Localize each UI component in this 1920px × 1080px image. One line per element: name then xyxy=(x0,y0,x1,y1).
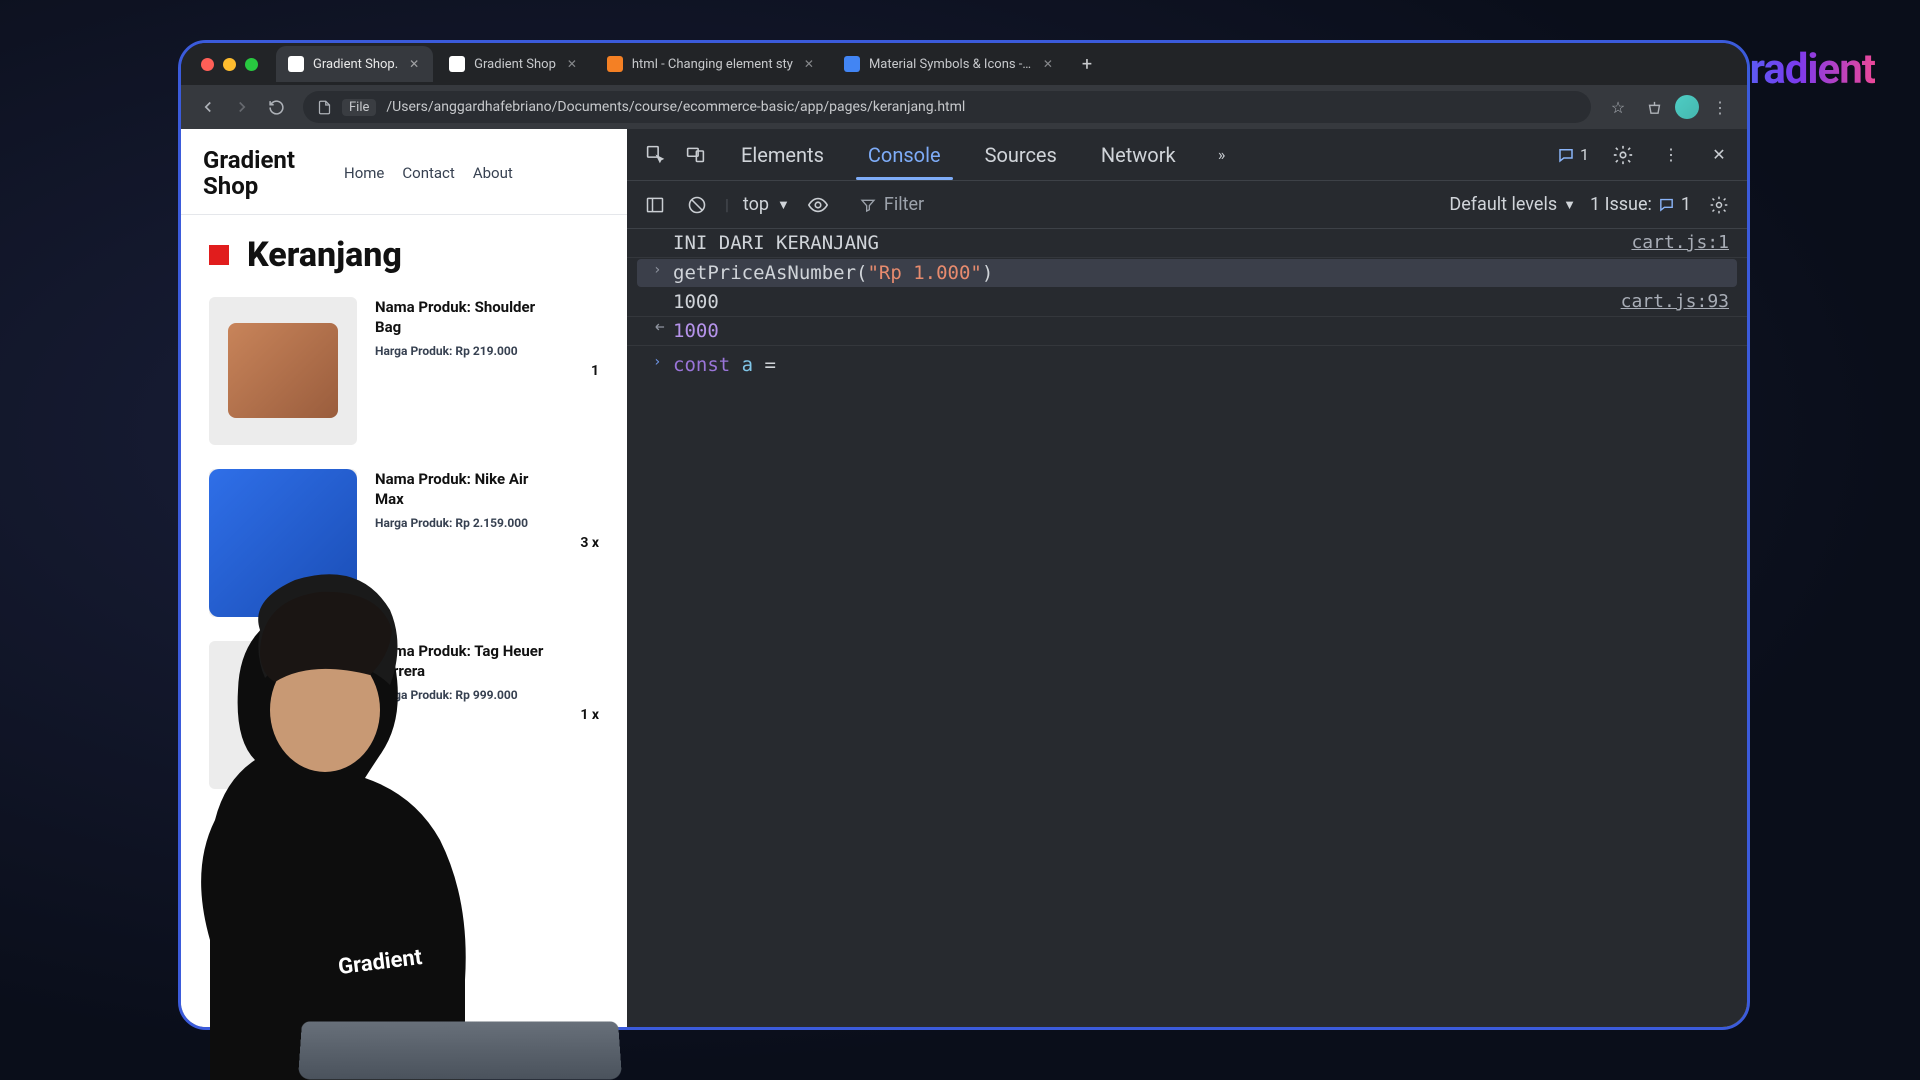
person-silhouette-icon xyxy=(60,510,580,1080)
execution-context-select[interactable]: top ▼ xyxy=(743,194,790,215)
more-panels-button[interactable]: » xyxy=(1208,141,1236,169)
product-name: Nama Produk: Shoulder Bag xyxy=(375,297,565,338)
favicon-icon xyxy=(844,56,860,72)
file-icon xyxy=(317,100,332,115)
panel-tab-network[interactable]: Network xyxy=(1089,131,1188,179)
device-toolbar-button[interactable] xyxy=(681,141,709,169)
forward-button[interactable] xyxy=(227,92,257,122)
log-source-link[interactable]: cart.js:1 xyxy=(1631,232,1729,253)
panel-tab-elements[interactable]: Elements xyxy=(729,131,836,179)
tab-label: Material Symbols & Icons - G xyxy=(869,57,1032,72)
new-tab-button[interactable]: + xyxy=(1071,48,1103,80)
devtools-menu-button[interactable]: ⋮ xyxy=(1657,141,1685,169)
log-source-link[interactable]: cart.js:93 xyxy=(1621,291,1729,312)
window-controls xyxy=(201,58,258,71)
return-icon xyxy=(653,320,673,334)
browser-tab-1[interactable]: Gradient Shop. ✕ xyxy=(276,46,433,82)
close-tab-icon[interactable]: ✕ xyxy=(565,57,579,71)
back-button[interactable] xyxy=(193,92,223,122)
nav-link-contact[interactable]: Contact xyxy=(402,164,454,182)
tab-label: Gradient Shop xyxy=(474,57,556,72)
log-return-value: 1000 xyxy=(673,320,1729,342)
tab-strip: Gradient Shop. ✕ Gradient Shop ✕ html - … xyxy=(181,43,1747,85)
devtools-settings-button[interactable] xyxy=(1609,141,1637,169)
minimize-window-icon[interactable] xyxy=(223,58,236,71)
page-heading: Keranjang xyxy=(247,235,402,275)
heading-square-icon xyxy=(209,245,229,265)
close-window-icon[interactable] xyxy=(201,58,214,71)
cart-item: Nama Produk: Shoulder Bag Harga Produk: … xyxy=(209,297,599,445)
extensions-button[interactable] xyxy=(1639,92,1669,122)
file-chip: File xyxy=(342,99,376,116)
favicon-icon xyxy=(449,56,465,72)
favicon-icon xyxy=(607,56,623,72)
prompt-input[interactable]: const a = xyxy=(673,354,1729,376)
product-qty: 1 xyxy=(591,363,599,379)
issues-badge[interactable]: 1 Issue: 1 xyxy=(1590,194,1691,215)
log-message: getPriceAsNumber("Rp 1.000") xyxy=(673,262,1719,284)
maximize-window-icon[interactable] xyxy=(245,58,258,71)
log-row: 1000 cart.js:93 xyxy=(627,288,1747,317)
console-log[interactable]: INI DARI KERANJANG cart.js:1 › getPriceA… xyxy=(627,229,1747,1027)
log-row-input[interactable]: › getPriceAsNumber("Rp 1.000") xyxy=(637,259,1737,287)
tab-label: html - Changing element sty xyxy=(632,57,793,72)
inspect-element-button[interactable] xyxy=(641,141,669,169)
reload-button[interactable] xyxy=(261,92,291,122)
favicon-icon xyxy=(288,56,304,72)
product-qty: 3 x xyxy=(580,535,599,551)
product-name: Nama Produk: Nike Air Max xyxy=(375,469,554,510)
clear-console-button[interactable] xyxy=(683,191,711,219)
log-row: INI DARI KERANJANG cart.js:1 xyxy=(627,229,1747,258)
nav-link-home[interactable]: Home xyxy=(344,164,384,182)
log-message: INI DARI KERANJANG xyxy=(673,232,1631,254)
url-text: /Users/anggardhafebriano/Documents/cours… xyxy=(386,99,965,115)
log-message: 1000 xyxy=(673,291,1621,313)
close-tab-icon[interactable]: ✕ xyxy=(407,57,421,71)
product-qty: 1 x xyxy=(580,707,599,723)
presenter-overlay: Gradient xyxy=(60,510,580,1080)
bookmark-button[interactable]: ☆ xyxy=(1603,92,1633,122)
toggle-sidebar-button[interactable] xyxy=(641,191,669,219)
expand-icon[interactable]: › xyxy=(653,262,673,278)
address-bar: File /Users/anggardhafebriano/Documents/… xyxy=(181,85,1747,129)
panel-tab-console[interactable]: Console xyxy=(856,131,953,179)
nav-link-about[interactable]: About xyxy=(473,164,513,182)
profile-avatar[interactable] xyxy=(1675,95,1699,119)
product-thumb xyxy=(209,297,357,445)
close-tab-icon[interactable]: ✕ xyxy=(1041,57,1055,71)
prompt-icon: › xyxy=(653,354,673,370)
browser-menu-button[interactable]: ⋮ xyxy=(1705,92,1735,122)
console-filter-input[interactable]: Filter xyxy=(846,189,1126,220)
live-expression-button[interactable] xyxy=(804,191,832,219)
console-settings-button[interactable] xyxy=(1705,191,1733,219)
panel-tab-sources[interactable]: Sources xyxy=(973,131,1069,179)
laptop-icon xyxy=(300,1020,620,1080)
site-brand: Gradient Shop xyxy=(203,147,318,200)
browser-tab-2[interactable]: Gradient Shop ✕ xyxy=(437,46,591,82)
site-nav: Home Contact About xyxy=(344,164,513,182)
close-tab-icon[interactable]: ✕ xyxy=(802,57,816,71)
devtools-panel: Elements Console Sources Network » 1 ⋮ ✕… xyxy=(627,129,1747,1027)
close-devtools-button[interactable]: ✕ xyxy=(1705,141,1733,169)
product-price: Harga Produk: Rp 219.000 xyxy=(375,343,565,359)
log-row-return: 1000 xyxy=(627,317,1747,346)
console-prompt[interactable]: › const a = xyxy=(627,346,1747,379)
messages-badge[interactable]: 1 xyxy=(1557,145,1589,164)
browser-tab-3[interactable]: html - Changing element sty ✕ xyxy=(595,46,828,82)
log-levels-select[interactable]: Default levels ▼ xyxy=(1449,194,1576,215)
browser-tab-4[interactable]: Material Symbols & Icons - G ✕ xyxy=(832,46,1067,82)
tab-label: Gradient Shop. xyxy=(313,57,398,72)
url-input[interactable]: File /Users/anggardhafebriano/Documents/… xyxy=(303,91,1591,123)
